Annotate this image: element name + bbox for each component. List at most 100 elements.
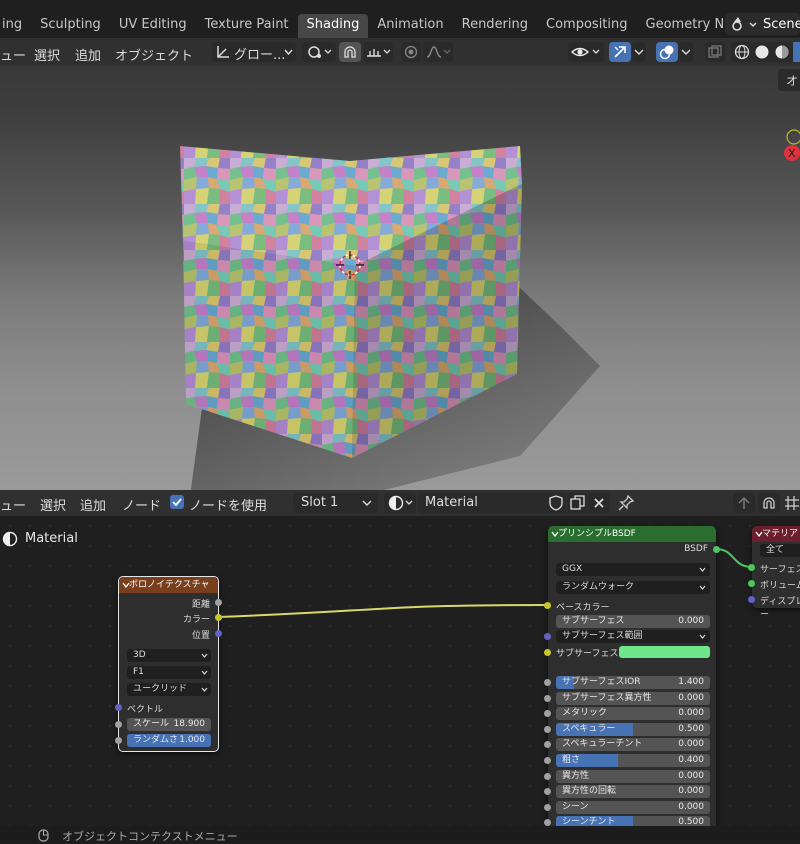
3d-viewport[interactable]: X オ [0, 66, 800, 490]
scene-selector[interactable]: Scene [725, 13, 800, 35]
gizmo-toggle[interactable] [609, 42, 631, 62]
material-output-node[interactable]: マテリア 全て サーフェス ボリューム ディスプレー [748, 526, 800, 620]
bsdf-value-field[interactable]: スペキュラーチント 0.000 [556, 738, 710, 752]
tab-sculpting[interactable]: Sculpting [31, 14, 110, 38]
socket-randomness-in[interactable] [115, 737, 122, 744]
output-target-dropdown[interactable]: 全て [760, 544, 800, 557]
snap-toggle[interactable] [339, 42, 361, 62]
socket-color-out[interactable] [215, 614, 222, 621]
parent-node-tree-button[interactable] [733, 493, 755, 513]
node-menu-view[interactable]: ュー [0, 495, 26, 514]
bsdf-node-header[interactable]: プリンシプルBSDF [548, 526, 716, 542]
tab-layout-partial[interactable]: ing [0, 14, 31, 38]
tab-rendering[interactable]: Rendering [453, 14, 537, 38]
visibility-dropdown[interactable] [568, 42, 604, 62]
node-menu-node[interactable]: ノード [122, 495, 161, 514]
socket-vector-in[interactable] [115, 704, 122, 711]
socket-distance-out[interactable] [215, 599, 222, 606]
distribution-dropdown[interactable]: GGX [556, 563, 710, 576]
subsurface-field[interactable]: サブサーフェス 0.000 [556, 615, 710, 628]
socket-bsdf-input[interactable] [544, 710, 551, 718]
feature-dropdown[interactable]: F1 [127, 666, 211, 679]
material-name-field[interactable]: Material [418, 493, 546, 513]
bsdf-value-field[interactable]: シーンチント 0.500 [556, 816, 710, 826]
menu-add[interactable]: 追加 [75, 45, 101, 64]
socket-bsdf-input[interactable] [544, 694, 551, 702]
bsdf-value-field[interactable]: 異方性の回転 0.000 [556, 785, 710, 799]
socket-bsdf-input[interactable] [544, 819, 551, 826]
socket-subsurface-color-in[interactable] [544, 649, 551, 656]
tab-texture-paint[interactable]: Texture Paint [196, 14, 298, 38]
socket-bsdf-input[interactable] [544, 757, 551, 764]
collapse-chevron-icon[interactable] [551, 531, 559, 538]
slot-dropdown[interactable]: Slot 1 [293, 493, 378, 513]
bsdf-value-field[interactable]: シーン 0.000 [556, 800, 710, 814]
menu-select[interactable]: 選択 [34, 45, 60, 64]
unlink-material-button[interactable] [588, 493, 610, 513]
collapse-chevron-icon[interactable] [755, 531, 763, 538]
socket-bsdf-out[interactable] [713, 546, 720, 553]
tab-uv-editing[interactable]: UV Editing [110, 14, 196, 38]
scale-field[interactable]: スケール 18.900 [127, 718, 211, 731]
pin-icon[interactable] [617, 494, 635, 512]
bsdf-value-field[interactable]: 異方性 0.000 [556, 769, 710, 783]
material-preview-icon[interactable] [774, 44, 790, 60]
wireframe-shading-icon[interactable] [734, 44, 750, 60]
socket-bsdf-input[interactable] [544, 725, 551, 733]
collapse-chevron-icon[interactable] [122, 582, 130, 589]
use-nodes-checkbox[interactable] [170, 495, 184, 509]
bsdf-value-field[interactable]: サブサーフェス異方性 0.000 [556, 691, 710, 705]
menu-object[interactable]: オブジェクト [115, 45, 193, 64]
tab-compositing[interactable]: Compositing [537, 14, 637, 38]
proportional-edit-toggle[interactable] [401, 42, 421, 62]
node-menu-select[interactable]: 選択 [40, 495, 66, 514]
tab-animation[interactable]: Animation [368, 14, 452, 38]
bsdf-value-field[interactable]: 粗さ 0.400 [556, 754, 710, 767]
pivot-point-dropdown[interactable] [302, 42, 336, 62]
viewport-options-button[interactable]: オ [778, 69, 800, 91]
fake-user-button[interactable] [546, 493, 566, 513]
randomness-field[interactable]: ランダムさ 1.000 [127, 734, 211, 747]
socket-bsdf-input[interactable] [544, 788, 551, 796]
socket-position-out[interactable] [215, 630, 222, 637]
dimension-dropdown[interactable]: 3D [127, 649, 211, 662]
socket-subsurface-radius-in[interactable] [544, 633, 551, 640]
node-menu-add[interactable]: 追加 [80, 495, 106, 514]
transform-orientation-dropdown[interactable]: グロー... [212, 42, 296, 63]
voronoi-texture-node[interactable]: ボロノイテクスチャ 距離 カラー 位置 3D F1 ユークリッド ベクトル スケ… [115, 576, 222, 752]
subsurface-radius-dropdown[interactable]: サブサーフェス範囲 [556, 630, 710, 643]
distance-metric-dropdown[interactable]: ユークリッド [127, 683, 211, 696]
bsdf-value-field[interactable]: スペキュラー 0.500 [556, 722, 710, 736]
solid-shading-icon[interactable] [754, 44, 770, 60]
menu-view[interactable]: ュー [0, 45, 26, 64]
socket-displacement-in[interactable] [748, 596, 755, 603]
overlays-toggle[interactable] [656, 42, 678, 62]
overlays-dropdown[interactable] [679, 42, 693, 62]
subsurface-method-dropdown[interactable]: ランダムウォーク [556, 581, 710, 594]
rendered-shading-button[interactable] [793, 42, 800, 62]
xray-toggle[interactable] [705, 42, 725, 62]
socket-scale-in[interactable] [115, 721, 122, 728]
socket-base-color-in[interactable] [544, 602, 551, 609]
snap-target-dropdown[interactable] [363, 42, 393, 62]
material-browse-button[interactable] [384, 493, 416, 513]
socket-bsdf-input[interactable] [544, 803, 551, 811]
voronoi-node-header[interactable]: ボロノイテクスチャ [119, 577, 218, 593]
socket-volume-in[interactable] [748, 580, 755, 587]
new-material-button[interactable] [567, 493, 587, 513]
socket-bsdf-input[interactable] [544, 772, 551, 780]
bsdf-value-field[interactable]: メタリック 0.000 [556, 707, 710, 721]
gizmo-dropdown[interactable] [632, 42, 646, 62]
socket-surface-in[interactable] [748, 564, 755, 571]
socket-bsdf-input[interactable] [544, 741, 551, 749]
proportional-falloff-dropdown[interactable] [423, 42, 453, 62]
principled-bsdf-node[interactable]: プリンシプルBSDF BSDF GGX ランダムウォーク ベースカラー サブサー… [544, 526, 720, 826]
snap-grid-icon[interactable] [784, 495, 800, 511]
socket-bsdf-input[interactable] [544, 679, 551, 686]
bsdf-value-field[interactable]: サブサーフェスIOR 1.400 [556, 676, 710, 689]
tab-shading[interactable]: Shading [297, 14, 369, 38]
node-snap-toggle[interactable] [758, 493, 780, 513]
node-editor-canvas[interactable]: Material ボロノイテクスチャ 距離 カラー 位置 3D F1 ユークリッ… [0, 516, 800, 826]
output-node-header[interactable]: マテリア [752, 526, 800, 542]
subsurface-color-swatch[interactable] [619, 646, 710, 658]
